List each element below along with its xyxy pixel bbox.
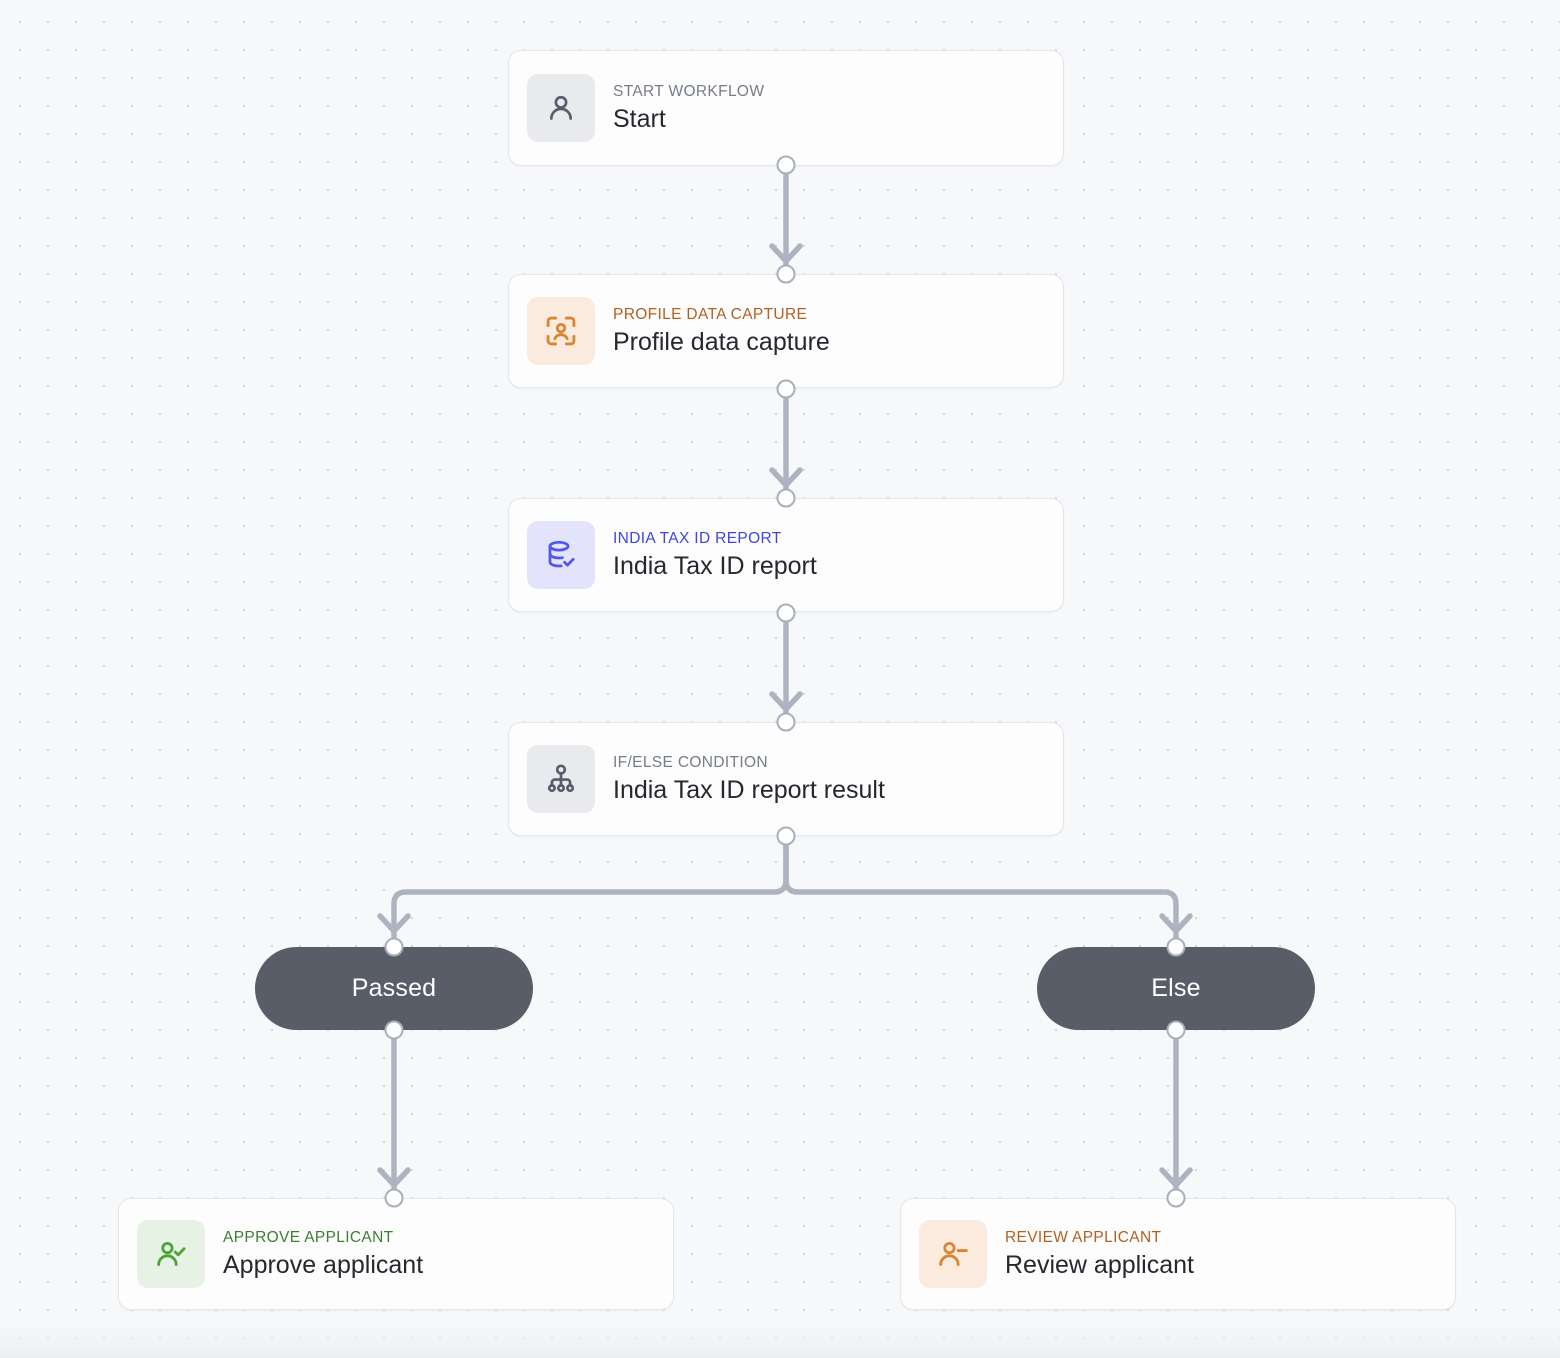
node-eyebrow: START WORKFLOW xyxy=(613,82,765,100)
edge-profile-to-taxreport xyxy=(769,385,803,497)
port-passed-output[interactable] xyxy=(384,1020,404,1040)
edge-passed-to-approve xyxy=(377,1027,411,1197)
node-title: India Tax ID report xyxy=(613,552,817,581)
node-profile-data-capture[interactable]: PROFILE DATA CAPTURE Profile data captur… xyxy=(508,274,1064,388)
node-eyebrow: INDIA TAX ID REPORT xyxy=(613,529,782,547)
node-eyebrow: REVIEW APPLICANT xyxy=(1005,1228,1162,1246)
node-india-tax-id-report[interactable]: INDIA TAX ID REPORT India Tax ID report xyxy=(508,498,1064,612)
port-approve-input[interactable] xyxy=(384,1188,404,1208)
port-profile-input[interactable] xyxy=(776,264,796,284)
port-else-input[interactable] xyxy=(1166,937,1186,957)
edge-start-to-profile xyxy=(769,161,803,273)
port-start-output[interactable] xyxy=(776,155,796,175)
edge-ifelse-to-else xyxy=(783,833,1193,943)
node-text-block: INDIA TAX ID REPORT India Tax ID report xyxy=(613,529,817,581)
port-taxreport-output[interactable] xyxy=(776,603,796,623)
person-check-icon xyxy=(137,1220,205,1288)
port-profile-output[interactable] xyxy=(776,379,796,399)
port-review-input[interactable] xyxy=(1166,1188,1186,1208)
node-text-block: PROFILE DATA CAPTURE Profile data captur… xyxy=(613,305,830,357)
branch-pill-label: Passed xyxy=(351,974,437,1002)
node-eyebrow: PROFILE DATA CAPTURE xyxy=(613,305,808,323)
node-text-block: REVIEW APPLICANT Review applicant xyxy=(1005,1228,1194,1280)
node-start[interactable]: START WORKFLOW Start xyxy=(508,50,1064,166)
node-eyebrow: IF/ELSE CONDITION xyxy=(613,753,768,771)
edge-ifelse-to-passed xyxy=(377,833,789,943)
node-approve-applicant[interactable]: APPROVE APPLICANT Approve applicant xyxy=(118,1198,674,1310)
port-ifelse-output[interactable] xyxy=(776,826,796,846)
node-title: Review applicant xyxy=(1005,1251,1194,1280)
database-check-icon xyxy=(527,521,595,589)
branch-hierarchy-icon xyxy=(527,745,595,813)
port-else-output[interactable] xyxy=(1166,1020,1186,1040)
node-eyebrow: APPROVE APPLICANT xyxy=(223,1228,394,1246)
node-title: Start xyxy=(613,105,666,134)
node-if-else-condition[interactable]: IF/ELSE CONDITION India Tax ID report re… xyxy=(508,722,1064,836)
edge-taxreport-to-ifelse xyxy=(769,609,803,721)
canvas-bottom-fade xyxy=(0,1324,1560,1358)
port-passed-input[interactable] xyxy=(384,937,404,957)
node-review-applicant[interactable]: REVIEW APPLICANT Review applicant xyxy=(900,1198,1456,1310)
node-text-block: START WORKFLOW Start xyxy=(613,82,764,134)
person-icon xyxy=(527,74,595,142)
workflow-canvas[interactable]: .edge { fill: none; stroke: #aeb4bf; str… xyxy=(0,0,1560,1358)
node-title: Approve applicant xyxy=(223,1251,424,1280)
branch-pill-passed[interactable]: Passed xyxy=(255,947,533,1030)
node-text-block: APPROVE APPLICANT Approve applicant xyxy=(223,1228,423,1280)
node-text-block: IF/ELSE CONDITION India Tax ID report re… xyxy=(613,753,885,805)
branch-pill-else[interactable]: Else xyxy=(1037,947,1315,1030)
node-title: India Tax ID report result xyxy=(613,776,885,805)
node-title: Profile data capture xyxy=(613,328,830,357)
port-taxreport-input[interactable] xyxy=(776,488,796,508)
edge-layer: .edge { fill: none; stroke: #aeb4bf; str… xyxy=(377,161,1193,1197)
person-minus-icon xyxy=(919,1220,987,1288)
port-ifelse-input[interactable] xyxy=(776,712,796,732)
edge-else-to-review xyxy=(1159,1027,1193,1197)
person-scan-icon xyxy=(527,297,595,365)
branch-pill-label: Else xyxy=(1151,974,1201,1002)
